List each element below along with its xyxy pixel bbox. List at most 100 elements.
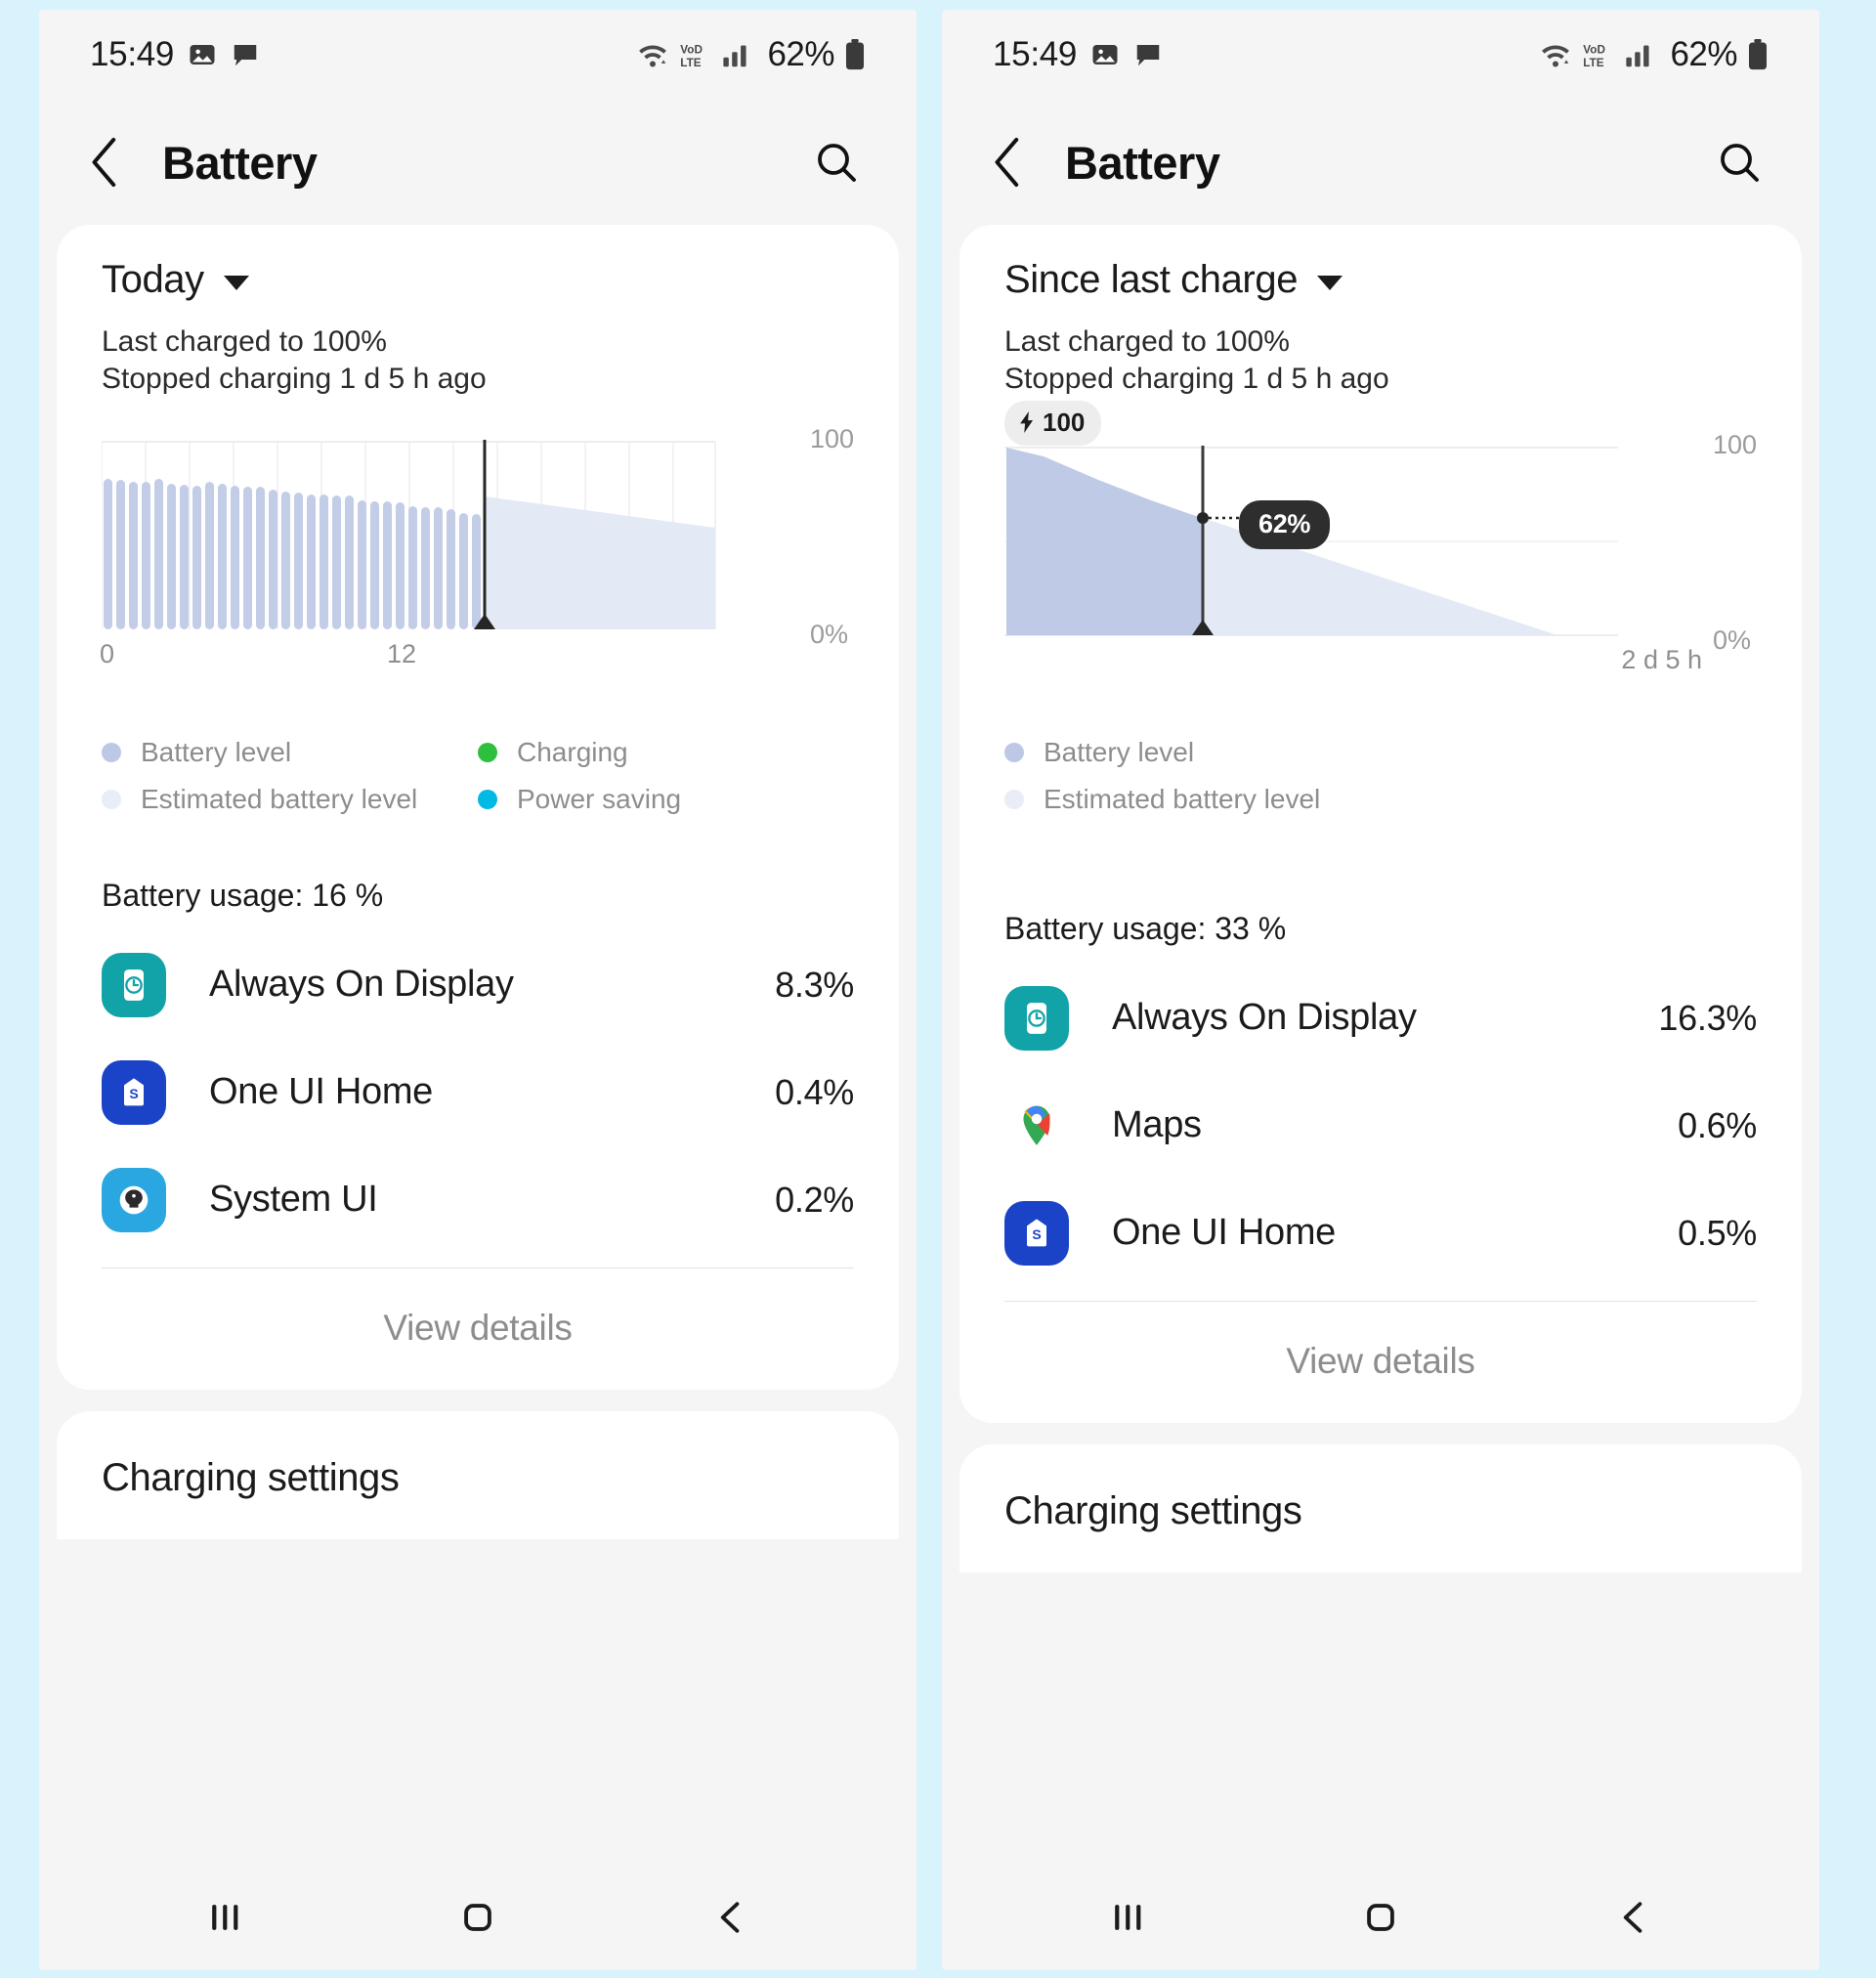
- app-name: One UI Home: [1112, 1212, 1337, 1254]
- wifi-icon: [636, 40, 669, 69]
- period-selector[interactable]: Since last charge: [1004, 258, 1757, 302]
- home-icon: [1367, 1904, 1394, 1931]
- status-bar: 15:49 VoD LTE 62%: [942, 10, 1819, 100]
- legend-item-power-saving: Power saving: [478, 784, 854, 815]
- period-label: Since last charge: [1004, 258, 1299, 301]
- view-details-button[interactable]: View details: [1004, 1302, 1757, 1394]
- home-button[interactable]: [1322, 1883, 1439, 1952]
- stopped-charging-line: Stopped charging 1 d 5 h ago: [102, 363, 487, 396]
- legend-dot-battery-level: [1004, 742, 1024, 762]
- app-name: System UI: [209, 1179, 378, 1221]
- chevron-left-icon: [995, 137, 1019, 188]
- chart-canvas: [102, 439, 716, 629]
- always-on-display-icon: [102, 952, 166, 1017]
- search-icon: [818, 144, 856, 182]
- scroll-body[interactable]: Since last charge Last charged to 100% S…: [942, 225, 1819, 1865]
- chevron-left-icon: [92, 137, 116, 188]
- list-item[interactable]: Always On Display 8.3%: [102, 931, 854, 1039]
- battery-summary-card: Today Last charged to 100% Stopped charg…: [57, 225, 899, 1390]
- y-axis-top-label: 100: [809, 423, 854, 453]
- recents-button[interactable]: [1069, 1883, 1186, 1952]
- app-usage-list: Always On Display 8.3% S One UI Home 0.4…: [102, 931, 854, 1254]
- navigation-bar: [39, 1865, 917, 1970]
- legend-item-estimated-battery-level: Estimated battery level: [1004, 784, 1757, 815]
- x-axis-tick-12: 12: [387, 638, 417, 668]
- app-usage-list: Always On Display 16.3% Maps 0.6% S One …: [1004, 965, 1757, 1287]
- google-maps-icon: [1004, 1093, 1069, 1158]
- chat-bubble-icon: [231, 40, 260, 69]
- always-on-display-icon: [1004, 985, 1069, 1051]
- nav-back-button[interactable]: [672, 1883, 789, 1952]
- legend-label: Charging: [517, 736, 628, 767]
- search-button[interactable]: [805, 139, 868, 186]
- battery-usage-title: Battery usage: 16 %: [102, 877, 384, 913]
- svg-text:S: S: [129, 1086, 138, 1101]
- x-axis-tick-0: 0: [100, 638, 115, 668]
- legend-label: Estimated battery level: [1044, 783, 1321, 814]
- charging-settings-card[interactable]: Charging settings: [57, 1410, 899, 1539]
- scroll-body[interactable]: Today Last charged to 100% Stopped charg…: [39, 225, 917, 1865]
- charge-badge-value: 100: [1043, 407, 1086, 437]
- status-bar: 15:49 VoD LTE 62%: [39, 10, 917, 100]
- one-ui-home-icon: S: [1004, 1200, 1069, 1266]
- list-item[interactable]: System UI 0.2%: [102, 1146, 854, 1254]
- recents-button[interactable]: [166, 1883, 283, 1952]
- page-title: Battery: [1065, 136, 1220, 189]
- battery-icon: [844, 39, 866, 70]
- volte-icon: VoD LTE: [679, 40, 712, 69]
- status-bar-left: 15:49: [993, 35, 1163, 74]
- nav-back-icon: [721, 1902, 740, 1933]
- view-details-button[interactable]: View details: [102, 1268, 854, 1360]
- charge-badge: 100: [1004, 400, 1102, 446]
- period-selector[interactable]: Today: [102, 258, 854, 302]
- recents-icon: [1114, 1905, 1141, 1930]
- charging-settings-label: Charging settings: [102, 1455, 400, 1499]
- legend-label: Power saving: [517, 783, 682, 814]
- charging-settings-card[interactable]: Charging settings: [959, 1443, 1802, 1572]
- list-item[interactable]: Always On Display 16.3%: [1004, 965, 1757, 1072]
- app-name: One UI Home: [209, 1071, 434, 1113]
- phone-screen-since-last-charge: 15:49 VoD LTE 62% Battery Since last cha…: [942, 10, 1819, 1970]
- legend-dot-battery-level: [102, 742, 121, 762]
- app-percent: 0.2%: [775, 1179, 854, 1220]
- page-title: Battery: [162, 136, 318, 189]
- back-button[interactable]: [86, 135, 145, 190]
- home-button[interactable]: [419, 1883, 536, 1952]
- signal-bars-icon: [1625, 41, 1654, 68]
- y-axis-top-label: 100: [1712, 429, 1757, 459]
- search-button[interactable]: [1708, 139, 1770, 186]
- app-bar: Battery: [942, 100, 1819, 225]
- chevron-down-icon: [223, 276, 249, 290]
- list-item[interactable]: S One UI Home 0.5%: [1004, 1180, 1757, 1287]
- chevron-down-icon: [1317, 276, 1343, 290]
- legend-dot-charging: [478, 742, 497, 762]
- status-bar-clock: 15:49: [90, 35, 175, 73]
- chat-bubble-icon: [1133, 40, 1163, 69]
- recents-icon: [211, 1905, 238, 1930]
- chart-legend: Battery level Estimated battery level: [1004, 737, 1757, 815]
- nav-back-button[interactable]: [1575, 1883, 1692, 1952]
- battery-level-chart: 100 100 0% 62% 2 d 5 h: [1004, 400, 1757, 688]
- back-button[interactable]: [989, 135, 1047, 190]
- search-icon: [1721, 144, 1759, 182]
- svg-text:LTE: LTE: [1584, 57, 1604, 69]
- wifi-icon: [1539, 40, 1572, 69]
- app-name: Always On Display: [209, 964, 514, 1006]
- list-item[interactable]: S One UI Home 0.4%: [102, 1039, 854, 1146]
- status-bar-right: VoD LTE 62%: [636, 35, 866, 74]
- volte-icon: VoD LTE: [1582, 40, 1615, 69]
- battery-level-chart: 100 0% 0 12: [100, 424, 854, 682]
- list-item[interactable]: Maps 0.6%: [1004, 1072, 1757, 1180]
- last-charged-line: Last charged to 100%: [1004, 325, 1290, 358]
- legend-dot-estimated: [1004, 789, 1024, 809]
- stopped-charging-line: Stopped charging 1 d 5 h ago: [1004, 363, 1389, 396]
- charging-settings-label: Charging settings: [1004, 1488, 1302, 1532]
- y-axis-bottom-label: 0%: [809, 619, 848, 649]
- legend-dot-power-saving: [478, 789, 497, 809]
- status-bar-battery-percent: 62%: [767, 35, 834, 73]
- phone-screen-today: 15:49 VoD LTE 62% Battery Today Last cha…: [39, 10, 917, 1970]
- chart-legend: Battery level Charging Estimated battery…: [102, 737, 854, 815]
- svg-text:LTE: LTE: [681, 57, 702, 69]
- legend-label: Battery level: [141, 736, 292, 767]
- app-percent: 0.4%: [775, 1071, 854, 1112]
